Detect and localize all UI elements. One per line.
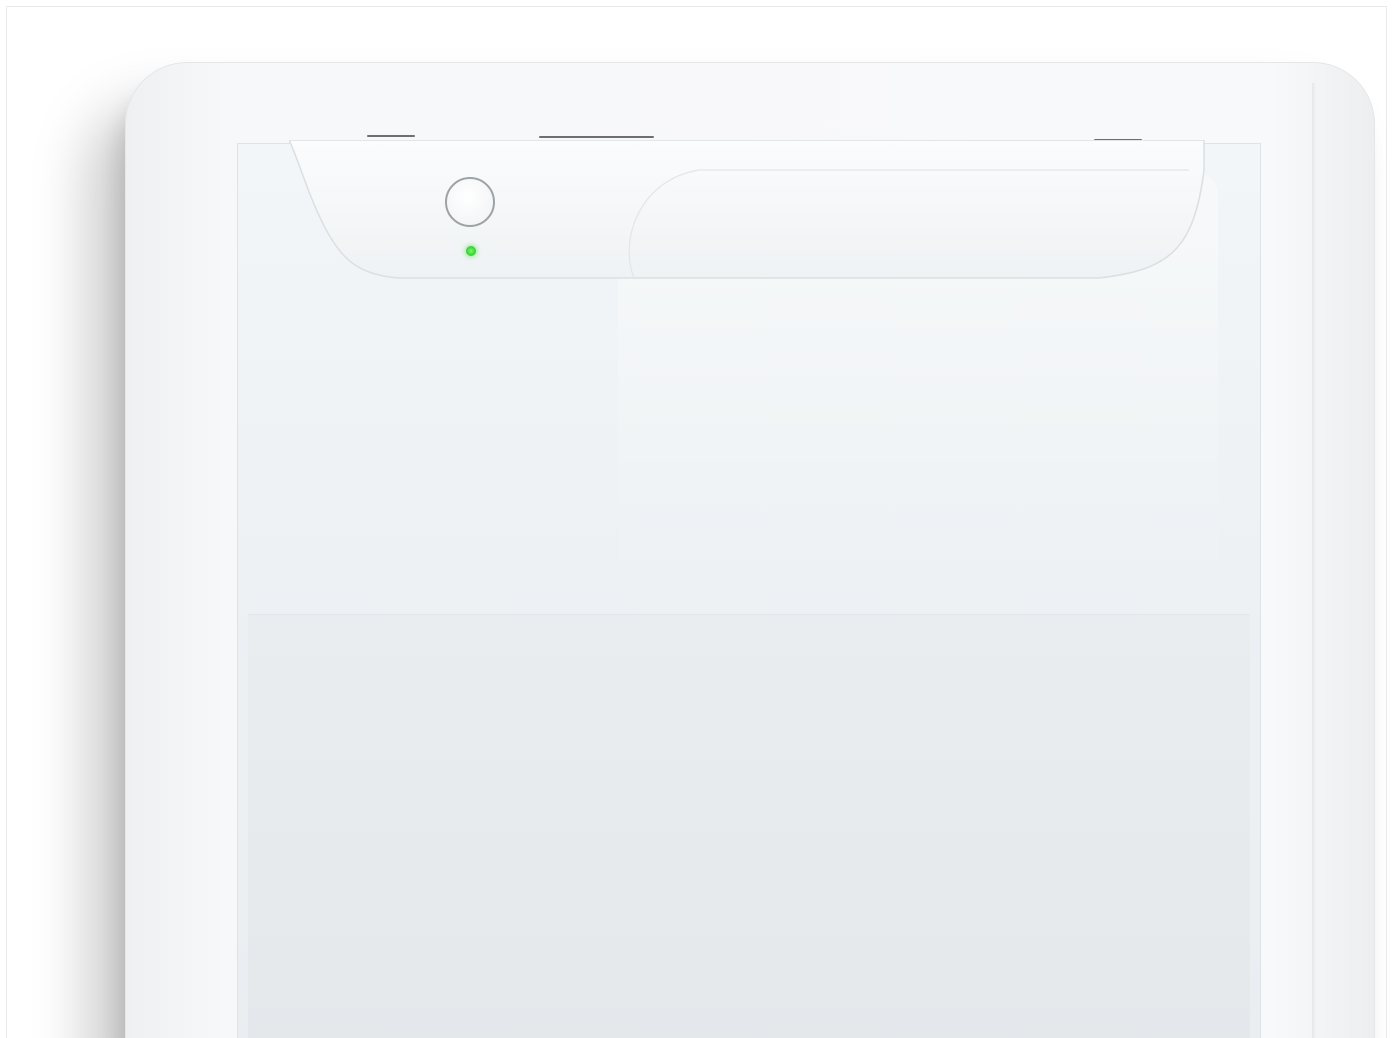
camera-housing xyxy=(289,140,1205,279)
top-slit-center xyxy=(539,136,654,138)
tablet-device xyxy=(125,62,1375,1038)
top-slit-left xyxy=(367,135,415,137)
status-led-icon xyxy=(466,246,476,256)
device-right-edge xyxy=(1312,83,1316,1038)
image-frame xyxy=(6,6,1387,1038)
camera-lens-icon xyxy=(445,177,495,227)
screen-lower-panel xyxy=(248,614,1250,1038)
